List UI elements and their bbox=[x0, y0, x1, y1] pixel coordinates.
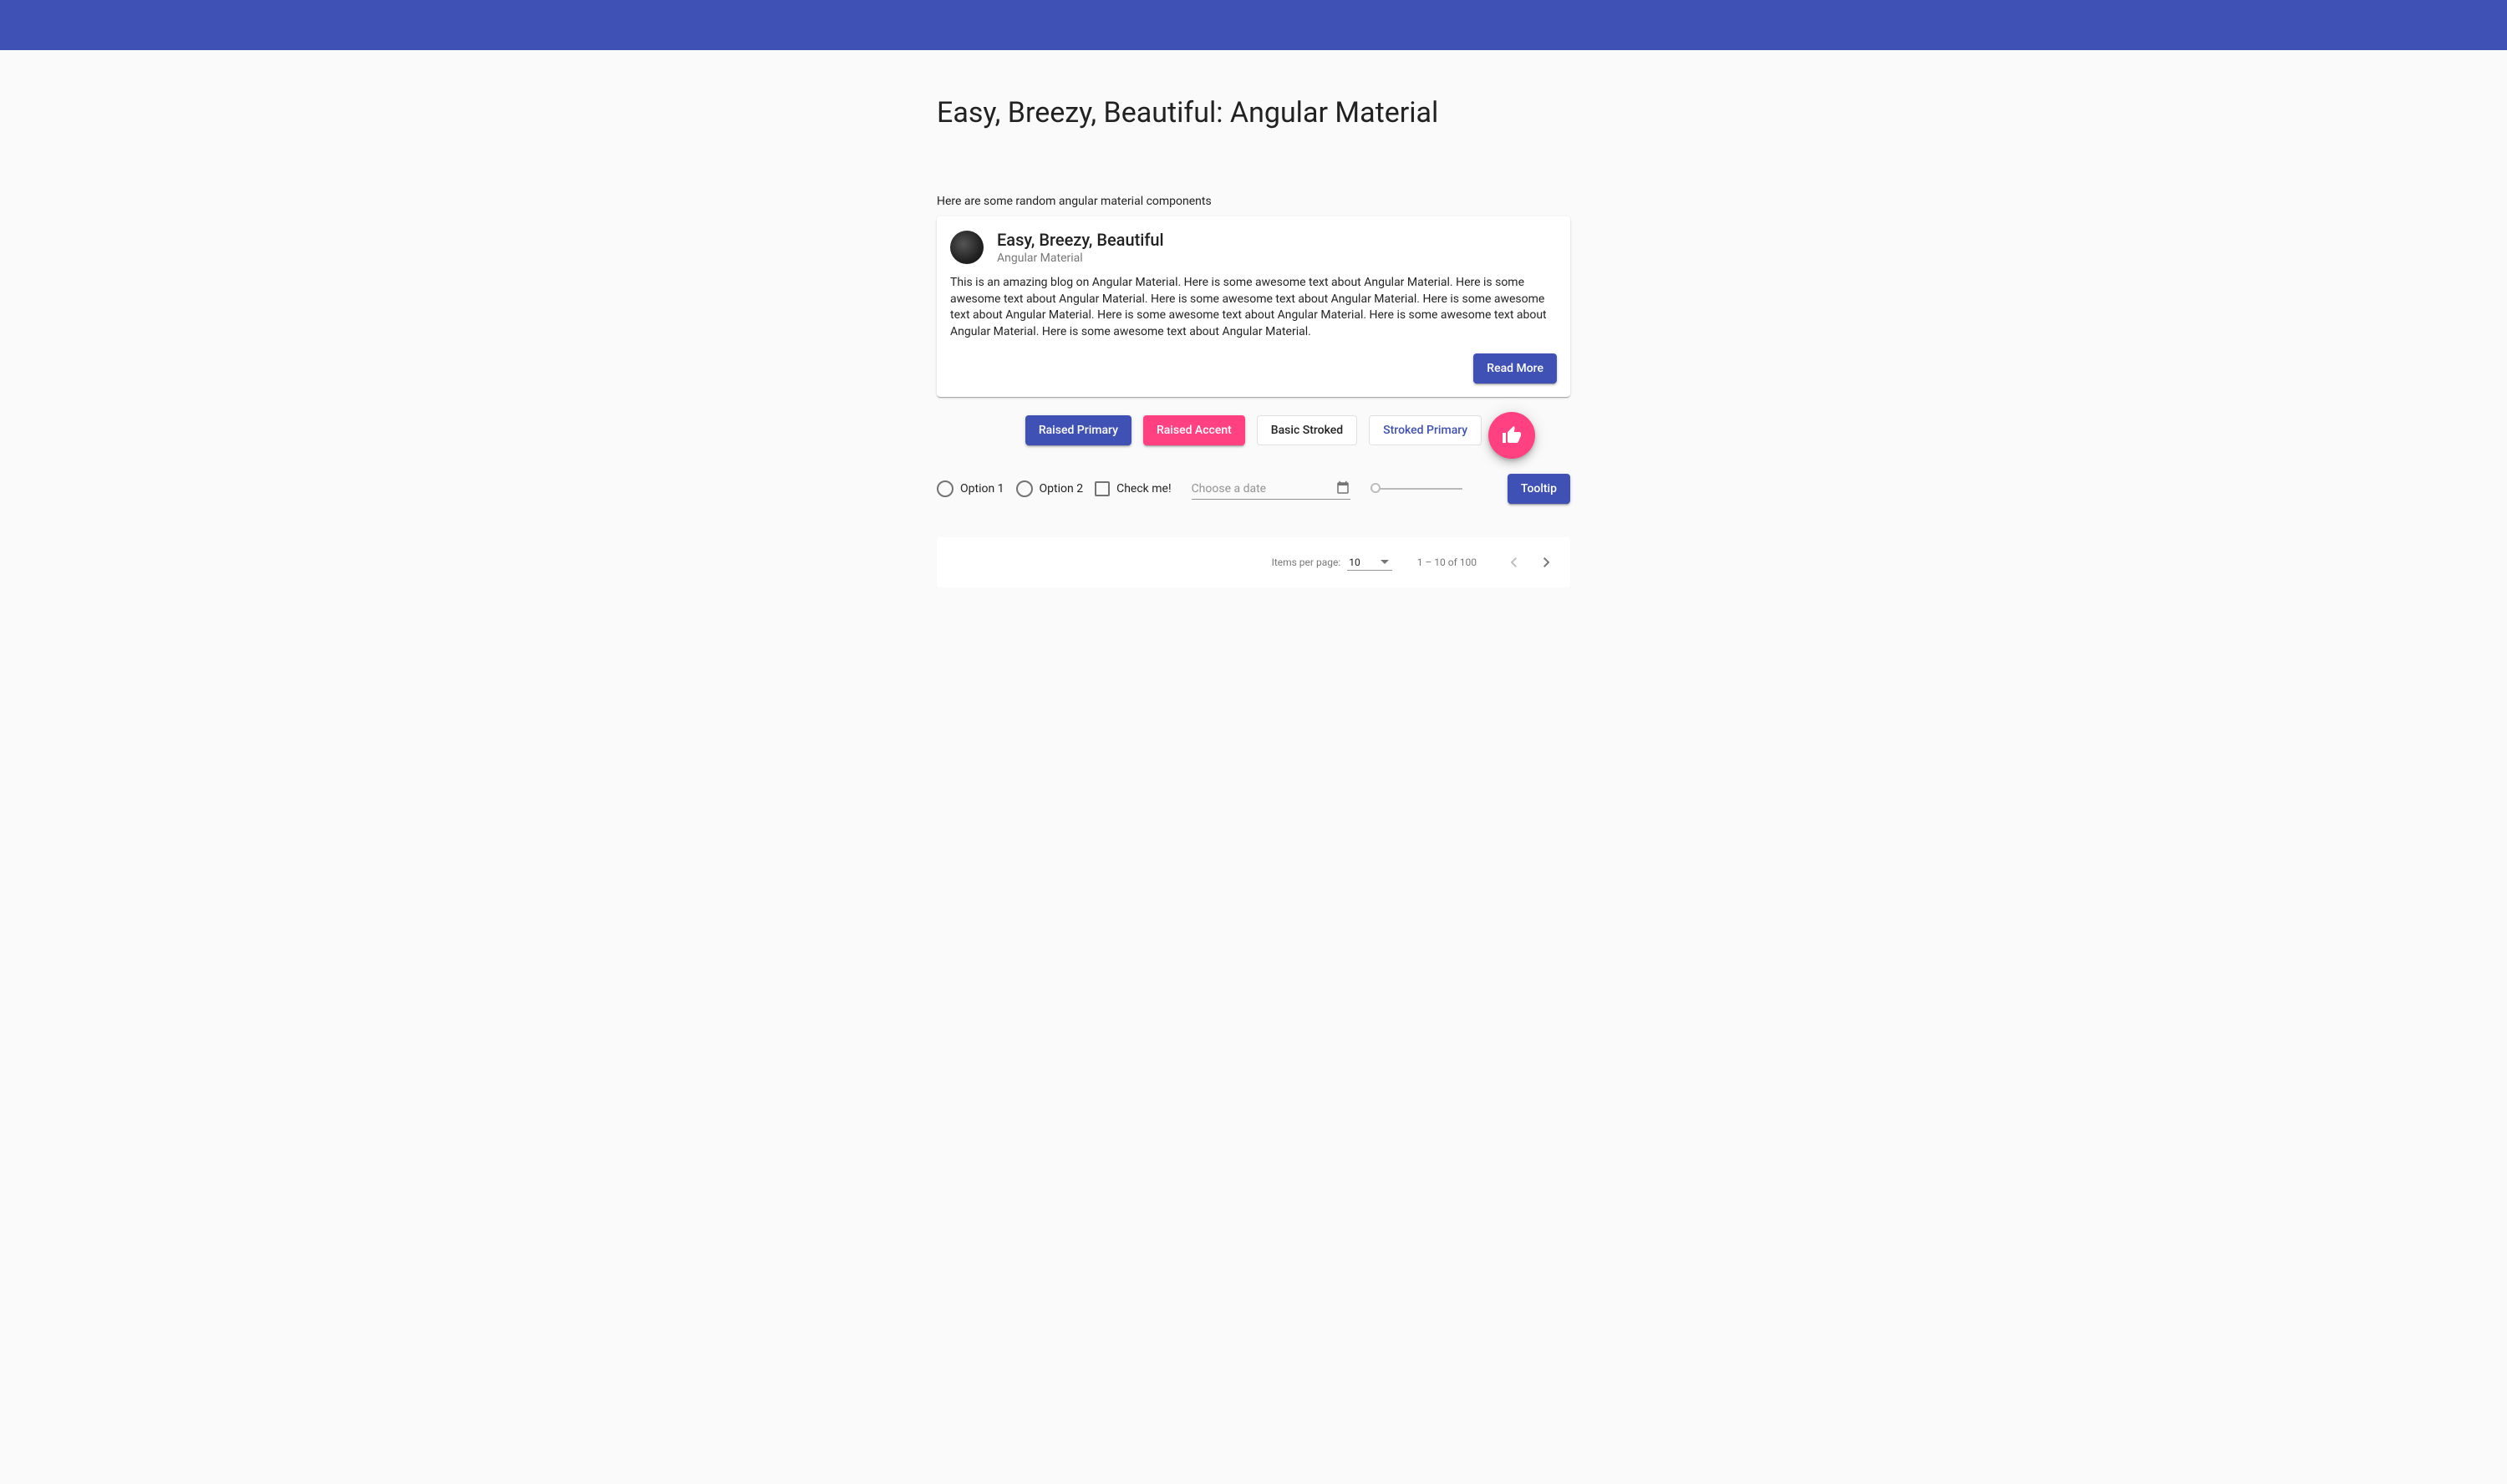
app-toolbar bbox=[0, 0, 2507, 50]
fab-button[interactable] bbox=[1488, 412, 1535, 459]
calendar-icon[interactable] bbox=[1335, 480, 1350, 496]
slider[interactable] bbox=[1370, 480, 1462, 497]
page-title: Easy, Breezy, Beautiful: Angular Materia… bbox=[937, 96, 1570, 130]
thumb-up-icon bbox=[1502, 425, 1522, 445]
blog-card: Easy, Breezy, Beautiful Angular Material… bbox=[937, 216, 1570, 397]
radio-option-1[interactable]: Option 1 bbox=[937, 480, 1004, 497]
radio-label: Option 1 bbox=[960, 482, 1004, 496]
radio-option-2[interactable]: Option 2 bbox=[1016, 480, 1084, 497]
card-title: Easy, Breezy, Beautiful bbox=[997, 230, 1164, 250]
checkbox-check-me[interactable]: Check me! bbox=[1095, 481, 1171, 496]
page-size-select[interactable]: 10 bbox=[1347, 555, 1392, 571]
read-more-button[interactable]: Read More bbox=[1473, 353, 1557, 384]
page-size-value: 10 bbox=[1349, 556, 1360, 568]
radio-icon bbox=[1016, 480, 1033, 497]
raised-primary-button[interactable]: Raised Primary bbox=[1025, 415, 1131, 445]
card-actions: Read More bbox=[950, 353, 1557, 384]
paginator: Items per page: 10 1 – 10 of 100 bbox=[937, 537, 1570, 587]
chevron-right-icon bbox=[1543, 557, 1550, 567]
controls-row: Option 1 Option 2 Check me! Tooltip bbox=[937, 474, 1570, 504]
date-input[interactable] bbox=[1192, 479, 1350, 500]
intro-text: Here are some random angular material co… bbox=[937, 195, 1570, 208]
card-content: This is an amazing blog on Angular Mater… bbox=[950, 275, 1557, 340]
slider-thumb[interactable] bbox=[1370, 483, 1381, 493]
slider-track bbox=[1370, 488, 1462, 490]
chevron-left-icon bbox=[1510, 557, 1517, 567]
items-per-page-label: Items per page: bbox=[1272, 556, 1341, 568]
range-label: 1 – 10 of 100 bbox=[1417, 556, 1477, 568]
avatar bbox=[950, 231, 984, 264]
card-subtitle: Angular Material bbox=[997, 252, 1164, 265]
raised-accent-button[interactable]: Raised Accent bbox=[1143, 415, 1245, 445]
tooltip-button[interactable]: Tooltip bbox=[1508, 474, 1570, 504]
radio-group: Option 1 Option 2 bbox=[937, 480, 1083, 497]
content-container: Easy, Breezy, Beautiful: Angular Materia… bbox=[937, 50, 1570, 587]
button-row: Raised Primary Raised Accent Basic Strok… bbox=[937, 415, 1570, 445]
radio-label: Option 2 bbox=[1040, 482, 1084, 496]
next-page-button[interactable] bbox=[1530, 546, 1564, 579]
previous-page-button[interactable] bbox=[1497, 546, 1530, 579]
basic-stroked-button[interactable]: Basic Stroked bbox=[1257, 415, 1357, 445]
dropdown-arrow-icon bbox=[1381, 560, 1389, 564]
radio-icon bbox=[937, 480, 953, 497]
card-header: Easy, Breezy, Beautiful Angular Material bbox=[950, 230, 1557, 265]
datepicker-field bbox=[1192, 479, 1350, 500]
checkbox-label: Check me! bbox=[1116, 482, 1171, 496]
stroked-primary-button[interactable]: Stroked Primary bbox=[1369, 415, 1482, 445]
checkbox-icon bbox=[1095, 481, 1110, 496]
